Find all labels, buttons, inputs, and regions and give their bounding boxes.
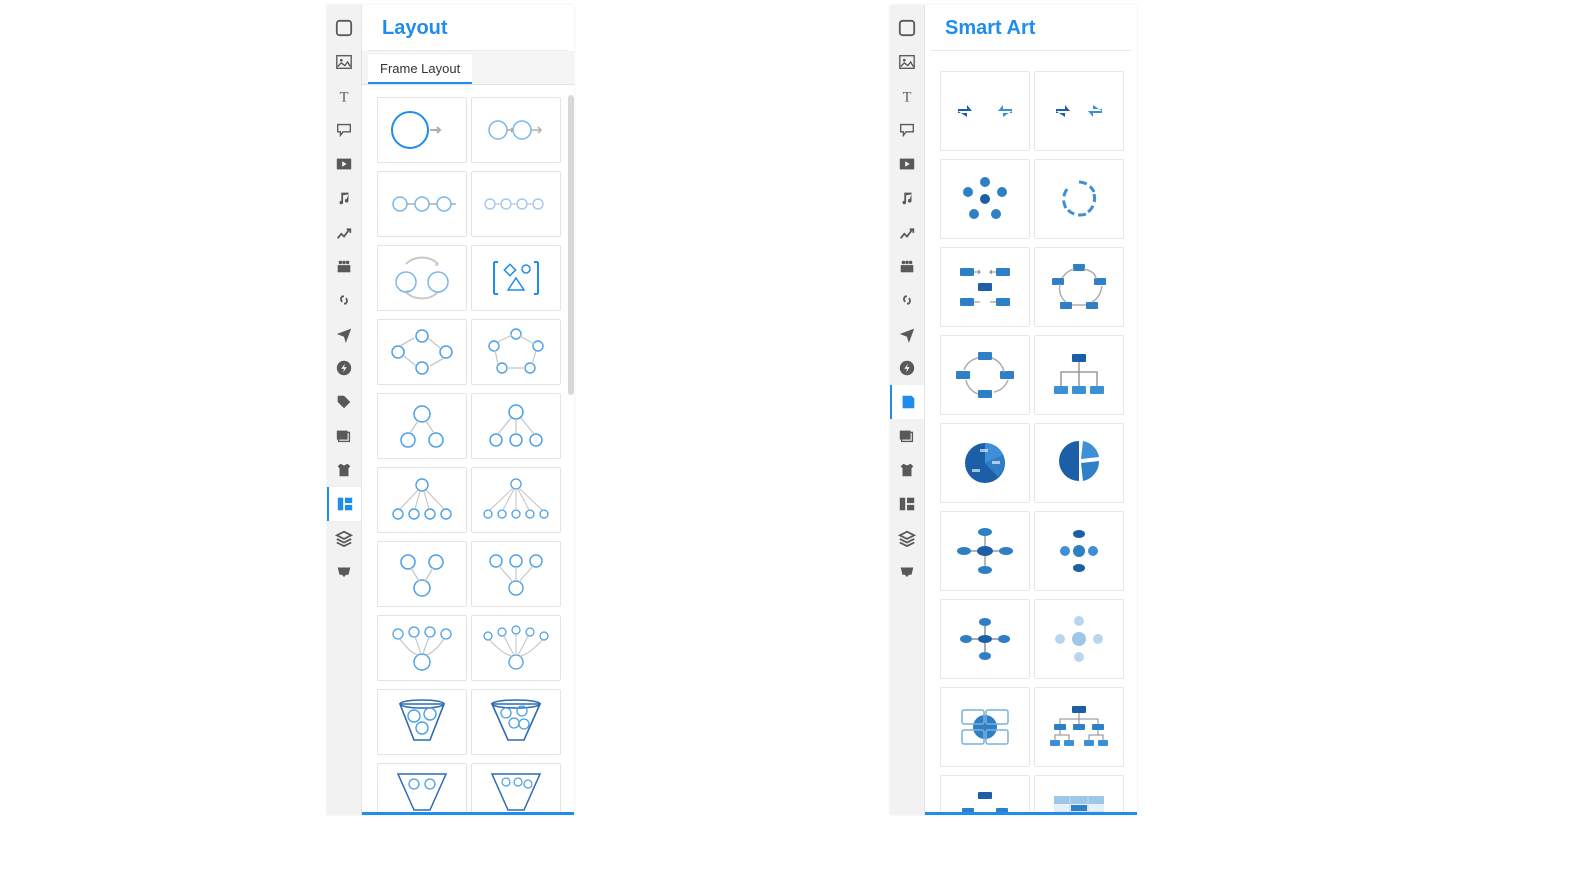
gallery-icon[interactable] (327, 419, 361, 453)
smartart-process-6[interactable] (940, 247, 1030, 327)
layout-tree-4[interactable] (377, 467, 467, 533)
smartart-cycle-pentagon[interactable] (1034, 247, 1124, 327)
smartart-cross-5[interactable] (1034, 511, 1124, 591)
smartart-grid-wrap (925, 51, 1137, 812)
video-icon[interactable] (327, 147, 361, 181)
layout-tree-up-2[interactable] (377, 541, 467, 607)
inbox-icon[interactable] (327, 555, 361, 589)
smartart-cycle-square[interactable] (940, 335, 1030, 415)
flash-icon[interactable] (890, 351, 924, 385)
layout-two-circles[interactable] (471, 97, 561, 163)
tool-strip-left: T (327, 5, 362, 815)
image-icon[interactable] (890, 45, 924, 79)
gallery-icon[interactable] (890, 419, 924, 453)
smartart-pie-3-exploded[interactable] (1034, 423, 1124, 503)
layout-tree-2[interactable] (377, 393, 467, 459)
music-icon[interactable] (890, 181, 924, 215)
inbox-icon[interactable] (890, 555, 924, 589)
layout-shapes-bracket[interactable] (471, 245, 561, 311)
smartart-matrix-4[interactable] (940, 687, 1030, 767)
layout-tree-3[interactable] (471, 393, 561, 459)
chart-icon[interactable] (890, 215, 924, 249)
svg-text:T: T (340, 89, 349, 105)
layout-funnel-5a[interactable] (377, 763, 467, 812)
smartart-table[interactable] (1034, 775, 1124, 812)
smartart-panel: T Smart Art (890, 5, 1137, 815)
smartart-plus-5[interactable] (940, 599, 1030, 679)
smartart-arrows-diverge[interactable] (1034, 71, 1124, 151)
layers-icon[interactable] (327, 521, 361, 555)
layout-three-circles[interactable] (377, 171, 467, 237)
layout-grid-wrap (362, 85, 574, 812)
chart-icon[interactable] (327, 215, 361, 249)
layout-fan-4-down[interactable] (377, 615, 467, 681)
smartart-diamond-5[interactable] (940, 511, 1030, 591)
smartart-pie-3[interactable] (940, 423, 1030, 503)
airplane-icon[interactable] (890, 317, 924, 351)
link-icon[interactable] (890, 283, 924, 317)
scrollbar[interactable] (568, 95, 574, 395)
smartart-radial-5[interactable] (940, 159, 1030, 239)
tab-row: Frame Layout (362, 51, 574, 85)
people-icon[interactable] (327, 249, 361, 283)
callout-icon[interactable] (890, 113, 924, 147)
layout-icon[interactable] (890, 487, 924, 521)
layers-icon[interactable] (890, 521, 924, 555)
panel-title: Layout (368, 5, 568, 51)
tshirt-icon[interactable] (890, 453, 924, 487)
smartart-hierarchy-3[interactable] (1034, 335, 1124, 415)
layout-cycle-square[interactable] (377, 319, 467, 385)
tool-strip-right: T (890, 5, 925, 815)
smartart-org-chart-2[interactable] (940, 775, 1030, 812)
link-icon[interactable] (327, 283, 361, 317)
layout-funnel-3[interactable] (377, 689, 467, 755)
shape-icon[interactable] (890, 11, 924, 45)
tshirt-icon[interactable] (327, 453, 361, 487)
people-icon[interactable] (890, 249, 924, 283)
smartart-icon[interactable] (890, 385, 924, 419)
text-icon[interactable]: T (890, 79, 924, 113)
tab-frame-layout[interactable]: Frame Layout (368, 55, 472, 84)
flash-icon[interactable] (327, 351, 361, 385)
smartart-org-chart[interactable] (1034, 687, 1124, 767)
smartart-cycle-arrows[interactable] (1034, 159, 1124, 239)
layout-funnel-5b[interactable] (471, 763, 561, 812)
layout-four-circles[interactable] (471, 171, 561, 237)
layout-icon[interactable] (327, 487, 361, 521)
video-icon[interactable] (890, 147, 924, 181)
smartart-content: Smart Art (925, 5, 1137, 815)
callout-icon[interactable] (327, 113, 361, 147)
airplane-icon[interactable] (327, 317, 361, 351)
smartart-grid (935, 71, 1127, 812)
tag-icon[interactable] (327, 385, 361, 419)
shape-icon[interactable] (327, 11, 361, 45)
layout-tree-up-3[interactable] (471, 541, 561, 607)
smartart-arrows-converge[interactable] (940, 71, 1030, 151)
text-icon[interactable]: T (327, 79, 361, 113)
layout-funnel-4[interactable] (471, 689, 561, 755)
smartart-plus-light[interactable] (1034, 599, 1124, 679)
layout-fan-5-down[interactable] (471, 615, 561, 681)
image-icon[interactable] (327, 45, 361, 79)
layout-content: Layout Frame Layout (362, 5, 574, 815)
layout-panel: T Layout Frame Layout (327, 5, 574, 815)
layout-grid (372, 97, 564, 812)
panel-title: Smart Art (931, 5, 1131, 51)
music-icon[interactable] (327, 181, 361, 215)
layout-single-circle[interactable] (377, 97, 467, 163)
svg-text:T: T (903, 89, 912, 105)
layout-cycle-two[interactable] (377, 245, 467, 311)
layout-tree-5[interactable] (471, 467, 561, 533)
layout-cycle-pentagon[interactable] (471, 319, 561, 385)
